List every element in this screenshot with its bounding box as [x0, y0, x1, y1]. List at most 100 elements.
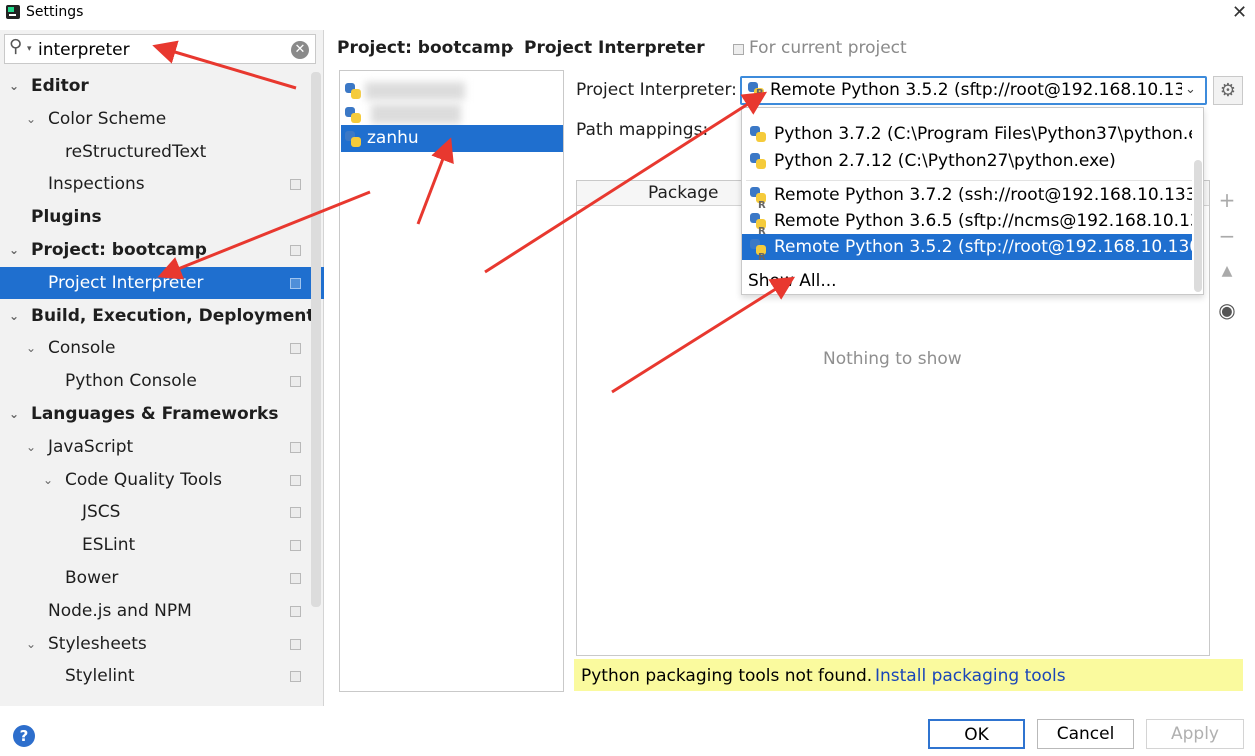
sidebar-item[interactable]: Python Console — [0, 365, 324, 397]
warning-text: Python packaging tools not found. — [581, 666, 873, 686]
sidebar-item[interactable]: Bower — [0, 562, 324, 594]
package-toolbar — [1212, 180, 1243, 656]
sidebar-item-label: Stylelint — [65, 666, 135, 687]
path-mappings-label: Path mappings: — [576, 120, 709, 140]
breadcrumb-parent: Project: bootcamp — [337, 38, 513, 58]
python-icon — [750, 153, 766, 169]
project-level-icon — [290, 573, 301, 584]
sidebar-item-label: Inspections — [48, 174, 145, 195]
sidebar-item[interactable]: ⌄ Stylesheets — [0, 628, 324, 660]
sidebar-item[interactable]: Node.js and NPM — [0, 595, 324, 627]
sidebar-item-label: JavaScript — [48, 436, 134, 457]
sidebar-item-label: Node.js and NPM — [48, 600, 192, 621]
cancel-button[interactable]: Cancel — [1037, 719, 1134, 749]
interpreter-option[interactable]: Python 3.7.2 (C:\Program Files\Python37\… — [742, 121, 1192, 147]
gear-icon[interactable]: ⚙ — [1213, 76, 1243, 105]
remote-python-icon: R — [750, 213, 766, 234]
apply-button[interactable]: Apply — [1146, 719, 1244, 749]
interpreter-option-label: Remote Python 3.6.5 (sftp://ncms@192.168… — [774, 211, 1192, 231]
blurred-project-name — [371, 104, 461, 124]
list-item-project-hidden-1[interactable] — [341, 77, 563, 104]
project-level-icon — [290, 179, 301, 191]
install-packaging-tools-link[interactable]: Install packaging tools — [875, 666, 1066, 686]
for-current-project-label: For current project — [749, 38, 907, 58]
column-header-package[interactable]: Package — [648, 183, 718, 203]
sidebar-item[interactable]: ESLint — [0, 529, 324, 561]
sidebar-item[interactable]: Plugins — [0, 201, 324, 233]
sidebar-item[interactable]: Inspections — [0, 168, 324, 200]
interpreter-option[interactable]: Python 2.7.12 (C:\Python27\python.exe) — [742, 148, 1192, 174]
project-level-icon — [290, 376, 301, 388]
help-icon[interactable]: ? — [13, 725, 35, 747]
sidebar-item[interactable]: ⌄ JavaScript — [0, 431, 324, 463]
window-title: Settings — [26, 4, 84, 20]
chevron-down-icon[interactable]: ⌄ — [9, 234, 19, 266]
project-level-icon — [290, 474, 301, 486]
project-level-icon — [290, 245, 301, 256]
sidebar-item[interactable]: Project Interpreter — [0, 266, 324, 299]
sidebar-item[interactable]: ⌄ Code Quality Tools — [0, 464, 324, 496]
interpreter-option[interactable]: R Remote Python 3.7.2 (ssh://root@192.168… — [742, 182, 1192, 208]
breadcrumb-current: Project Interpreter — [524, 38, 705, 58]
sidebar-item[interactable]: ⌄ Project: bootcamp — [0, 234, 324, 266]
close-icon[interactable]: ✕ — [1232, 2, 1247, 23]
project-name: zanhu — [367, 128, 419, 148]
ok-button[interactable]: OK — [928, 719, 1025, 749]
interpreter-option-label: Python 3.7.2 (C:\Program Files\Python37\… — [774, 124, 1192, 144]
sidebar-item-label: Bower — [65, 568, 119, 588]
interpreter-option-label: Remote Python 3.5.2 (sftp://root@192.168… — [774, 237, 1192, 257]
sidebar-item[interactable]: Stylelint — [0, 660, 324, 692]
add-icon[interactable]: + — [1218, 188, 1236, 212]
sidebar-item[interactable]: ⌄ Languages & Frameworks — [0, 398, 324, 430]
dropdown-scrollbar[interactable] — [1194, 160, 1202, 292]
python-project-icon — [345, 107, 361, 123]
interpreter-option[interactable]: R Remote Python 3.5.2 (sftp://root@192.16… — [742, 234, 1192, 260]
sidebar-item[interactable]: JSCS — [0, 496, 324, 528]
chevron-down-icon[interactable]: ⌄ — [1185, 82, 1196, 97]
clear-search-icon[interactable]: ✕ — [291, 41, 309, 59]
project-level-icon — [290, 540, 301, 552]
chevron-down-icon[interactable]: ⌄ — [9, 300, 19, 332]
sidebar-item-label: Plugins — [31, 207, 102, 228]
chevron-down-icon[interactable]: ⌄ — [26, 103, 36, 135]
sidebar-item-label: Code Quality Tools — [65, 469, 222, 490]
list-item-project-zanhu[interactable]: zanhu — [341, 125, 563, 152]
eye-icon[interactable]: ◉ — [1218, 298, 1236, 322]
chevron-down-icon[interactable]: ⌄ — [26, 431, 36, 463]
remote-python-icon: R — [748, 82, 764, 99]
sidebar-item-label: reStructuredText — [65, 141, 207, 162]
sidebar-item-label: Console — [48, 338, 116, 359]
title-bar — [0, 0, 1255, 26]
copy-settings-icon — [733, 44, 744, 55]
interpreter-selected-value: Remote Python 3.5.2 (sftp://root@192.168… — [770, 80, 1182, 100]
project-level-icon — [290, 605, 301, 617]
sidebar-item[interactable]: ⌄ Console — [0, 332, 324, 364]
project-level-icon — [290, 343, 301, 355]
pycharm-app-icon — [6, 5, 20, 19]
chevron-down-icon[interactable]: ⌄ — [9, 398, 19, 430]
search-icon[interactable]: ⚲ — [9, 36, 22, 57]
sidebar-item-label: Editor — [31, 76, 89, 96]
interpreter-option-label: Python 2.7.12 (C:\Python27\python.exe) — [774, 151, 1116, 171]
interpreter-option[interactable]: R Remote Python 3.6.5 (sftp://ncms@192.16… — [742, 208, 1192, 234]
sidebar-item-label: Project: bootcamp — [31, 240, 207, 260]
sidebar-item[interactable]: reStructuredText — [0, 136, 324, 168]
sidebar-scrollbar[interactable] — [311, 72, 321, 607]
upgrade-icon[interactable]: ▲ — [1218, 263, 1236, 279]
project-list — [339, 70, 564, 692]
remove-icon[interactable]: − — [1218, 224, 1236, 248]
project-level-icon — [290, 441, 301, 453]
chevron-down-icon[interactable]: ⌄ — [9, 70, 19, 102]
sidebar-item[interactable]: ⌄ Editor — [0, 70, 324, 102]
search-input[interactable] — [38, 38, 278, 62]
search-options-chevron-icon[interactable]: ▾ — [27, 44, 32, 54]
list-item-project-hidden-2[interactable] — [341, 101, 563, 128]
sidebar-item-label: Build, Execution, Deployment — [31, 305, 315, 326]
chevron-down-icon[interactable]: ⌄ — [43, 464, 53, 496]
chevron-down-icon[interactable]: ⌄ — [26, 628, 36, 660]
show-all-item[interactable]: Show All... — [742, 268, 1192, 294]
chevron-down-icon[interactable]: ⌄ — [26, 332, 36, 364]
sidebar-item[interactable]: ⌄ Build, Execution, Deployment — [0, 300, 324, 332]
sidebar-item[interactable]: ⌄ Color Scheme — [0, 103, 324, 135]
interpreter-label: Project Interpreter: — [576, 80, 737, 100]
